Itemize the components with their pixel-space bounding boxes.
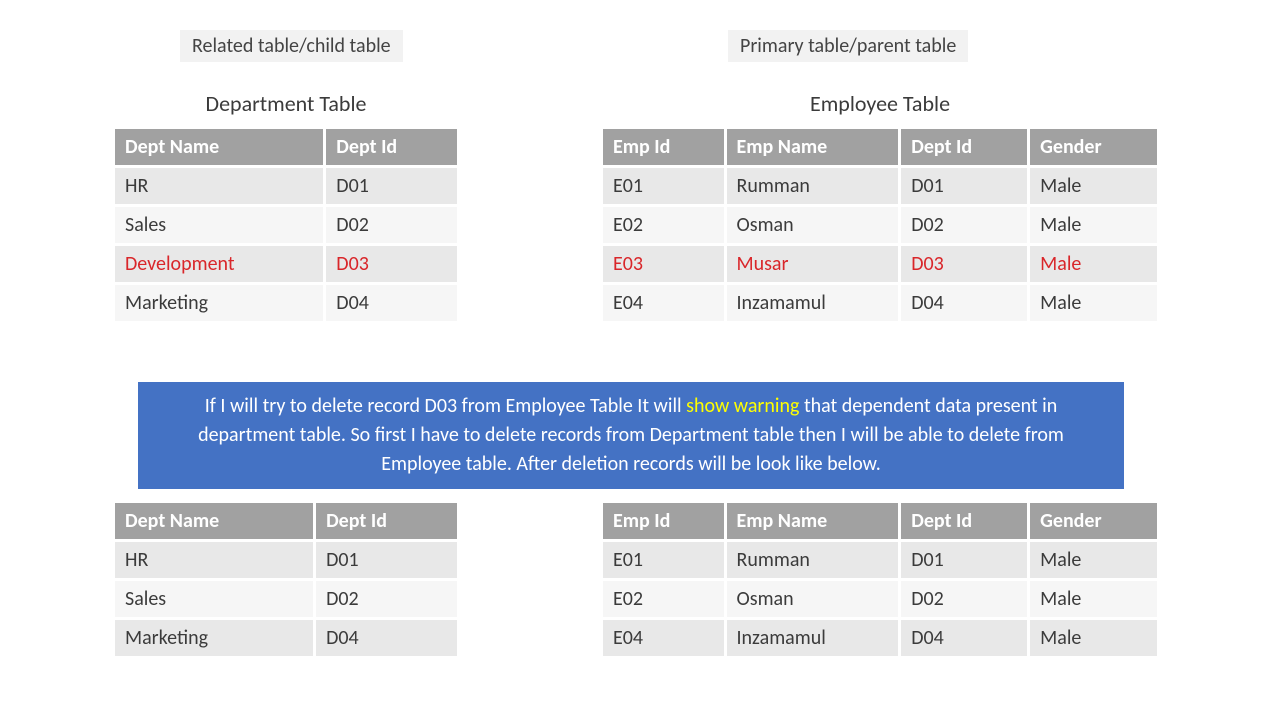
cell: E01 <box>602 167 726 206</box>
cell: Sales <box>114 206 325 245</box>
cell: D04 <box>315 619 459 658</box>
cell: D02 <box>325 206 459 245</box>
cell: D01 <box>325 167 459 206</box>
cell: Male <box>1029 580 1159 619</box>
cell: Osman <box>725 580 900 619</box>
table-row: E01RummanD01Male <box>602 541 1159 580</box>
employee-table: Emp Id Emp Name Dept Id Gender E01Rumman… <box>600 126 1160 324</box>
explanation-callout: If I will try to delete record D03 from … <box>138 382 1124 489</box>
col-dept-name: Dept Name <box>114 502 315 541</box>
cell: Male <box>1029 619 1159 658</box>
department-table-after: Dept Name Dept Id HRD01SalesD02Marketing… <box>112 500 460 659</box>
col-emp-id: Emp Id <box>602 128 726 167</box>
cell: Rumman <box>725 167 900 206</box>
cell: D04 <box>900 619 1029 658</box>
table-row: E04InzamamulD04Male <box>602 284 1159 323</box>
cell: Inzamamul <box>725 284 900 323</box>
col-emp-id: Emp Id <box>602 502 726 541</box>
cell: HR <box>114 541 315 580</box>
cell: E03 <box>602 245 726 284</box>
col-emp-gender: Gender <box>1029 128 1159 167</box>
cell: Osman <box>725 206 900 245</box>
cell: Rumman <box>725 541 900 580</box>
cell: E04 <box>602 284 726 323</box>
table-row: SalesD02 <box>114 206 459 245</box>
cell: Male <box>1029 167 1159 206</box>
table-row: MarketingD04 <box>114 619 459 658</box>
primary-table-label: Primary table/parent table <box>728 30 968 62</box>
col-emp-name: Emp Name <box>725 128 900 167</box>
related-table-label: Related table/child table <box>180 30 403 62</box>
table-row: E03MusarD03Male <box>602 245 1159 284</box>
cell: Sales <box>114 580 315 619</box>
callout-text-pre: If I will try to delete record D03 from … <box>205 394 686 418</box>
cell: D03 <box>900 245 1029 284</box>
cell: D04 <box>900 284 1029 323</box>
table-row: E02OsmanD02Male <box>602 206 1159 245</box>
cell: D01 <box>315 541 459 580</box>
cell: D03 <box>325 245 459 284</box>
col-emp-dept: Dept Id <box>900 502 1029 541</box>
table-row: MarketingD04 <box>114 284 459 323</box>
table-row: HRD01 <box>114 541 459 580</box>
department-table: Dept Name Dept Id HRD01SalesD02Developme… <box>112 126 460 324</box>
cell: Male <box>1029 284 1159 323</box>
table-row: HRD01 <box>114 167 459 206</box>
cell: Musar <box>725 245 900 284</box>
cell: D01 <box>900 541 1029 580</box>
employee-table-after: Emp Id Emp Name Dept Id Gender E01Rumman… <box>600 500 1160 659</box>
cell: D02 <box>900 580 1029 619</box>
cell: Male <box>1029 245 1159 284</box>
cell: E02 <box>602 206 726 245</box>
cell: Marketing <box>114 284 325 323</box>
cell: D01 <box>900 167 1029 206</box>
cell: E02 <box>602 580 726 619</box>
cell: D02 <box>900 206 1029 245</box>
col-emp-name: Emp Name <box>725 502 900 541</box>
cell: E04 <box>602 619 726 658</box>
col-emp-gender: Gender <box>1029 502 1159 541</box>
table-row: SalesD02 <box>114 580 459 619</box>
table-row: E01RummanD01Male <box>602 167 1159 206</box>
callout-text-warn: show warning <box>686 394 799 418</box>
department-table-title: Department Table <box>112 90 460 117</box>
table-row: DevelopmentD03 <box>114 245 459 284</box>
cell: Inzamamul <box>725 619 900 658</box>
cell: Male <box>1029 206 1159 245</box>
col-dept-id: Dept Id <box>325 128 459 167</box>
cell: D04 <box>325 284 459 323</box>
col-dept-id: Dept Id <box>315 502 459 541</box>
cell: HR <box>114 167 325 206</box>
cell: D02 <box>315 580 459 619</box>
cell: Marketing <box>114 619 315 658</box>
cell: E01 <box>602 541 726 580</box>
cell: Male <box>1029 541 1159 580</box>
cell: Development <box>114 245 325 284</box>
table-row: E02OsmanD02Male <box>602 580 1159 619</box>
table-row: E04InzamamulD04Male <box>602 619 1159 658</box>
employee-table-title: Employee Table <box>600 90 1160 117</box>
col-dept-name: Dept Name <box>114 128 325 167</box>
col-emp-dept: Dept Id <box>900 128 1029 167</box>
